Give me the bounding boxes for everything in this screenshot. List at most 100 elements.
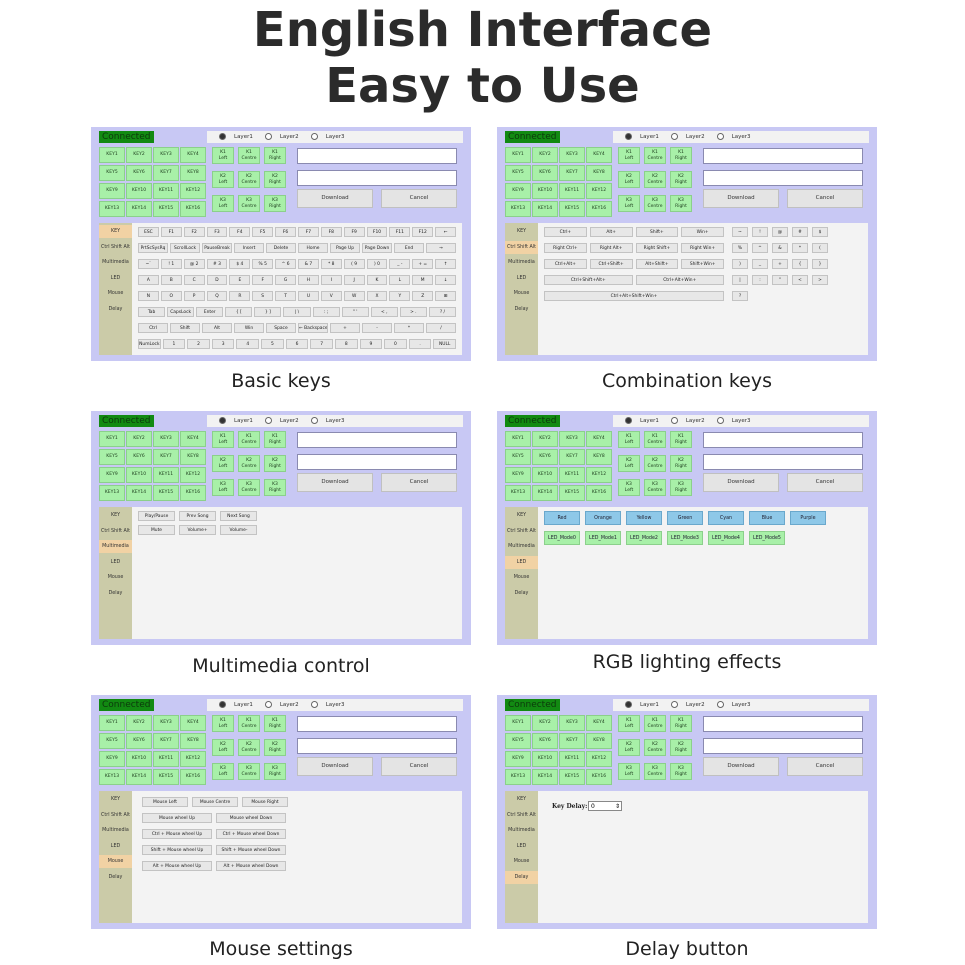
- basic-key[interactable]: .: [408, 339, 432, 349]
- key-button-key4[interactable]: KEY4: [586, 431, 612, 447]
- basic-key[interactable]: Ctrl: [138, 323, 168, 333]
- media-button[interactable]: Prev Song: [179, 511, 216, 521]
- key-button-key1[interactable]: KEY1: [505, 715, 531, 731]
- radio-icon[interactable]: [310, 701, 318, 708]
- knob-button[interactable]: K1 Right: [264, 715, 286, 732]
- basic-key[interactable]: W: [343, 291, 365, 301]
- key-button-key13[interactable]: KEY13: [99, 485, 125, 501]
- basic-key[interactable]: I: [320, 275, 342, 285]
- knob-button[interactable]: K2 Centre: [644, 739, 666, 756]
- radio-icon[interactable]: [310, 133, 318, 140]
- basic-key[interactable]: 7: [310, 339, 333, 349]
- sidebar-item-delay[interactable]: Delay: [505, 303, 538, 316]
- key-button-key16[interactable]: KEY16: [180, 201, 206, 217]
- layer-option-2[interactable]: Layer2: [259, 701, 299, 708]
- key-button-key4[interactable]: KEY4: [180, 715, 206, 731]
- key-button-key13[interactable]: KEY13: [99, 201, 125, 217]
- color-button-cyan[interactable]: Cyan: [708, 511, 744, 525]
- key-button-key8[interactable]: KEY8: [586, 165, 612, 181]
- combo-key[interactable]: Shift+Win+: [681, 259, 724, 269]
- sidebar-item-multimedia[interactable]: Multimedia: [505, 256, 538, 269]
- knob-button[interactable]: K1 Left: [212, 431, 234, 448]
- basic-key[interactable]: End: [394, 243, 424, 253]
- macro-input-1[interactable]: [297, 148, 457, 164]
- mouse-action-button[interactable]: Mouse Right: [242, 797, 288, 807]
- key-button-key11[interactable]: KEY11: [153, 467, 179, 483]
- radio-icon[interactable]: [625, 133, 632, 140]
- basic-key[interactable]: @ 2: [183, 259, 205, 269]
- color-button-yellow[interactable]: Yellow: [626, 511, 662, 525]
- macro-input-2[interactable]: [703, 454, 863, 470]
- key-button-key1[interactable]: KEY1: [505, 431, 531, 447]
- sidebar-item-multimedia[interactable]: Multimedia: [99, 540, 132, 553]
- key-button-key15[interactable]: KEY15: [559, 769, 585, 785]
- basic-key[interactable]: F11: [389, 227, 411, 237]
- knob-button[interactable]: K1 Centre: [238, 715, 260, 732]
- knob-button[interactable]: K2 Left: [212, 171, 234, 188]
- key-button-key13[interactable]: KEY13: [99, 769, 125, 785]
- basic-key[interactable]: PrtScSysRq: [138, 243, 168, 253]
- knob-button[interactable]: K1 Right: [264, 431, 286, 448]
- basic-key[interactable]: ! 1: [160, 259, 182, 269]
- basic-key[interactable]: Shift: [170, 323, 200, 333]
- knob-button[interactable]: K1 Centre: [644, 715, 666, 732]
- knob-button[interactable]: K2 Centre: [238, 739, 260, 756]
- basic-key[interactable]: F4: [229, 227, 251, 237]
- key-button-key13[interactable]: KEY13: [505, 769, 531, 785]
- symbol-key[interactable]: |: [732, 275, 748, 285]
- sidebar-item-ctrl-shift-alt[interactable]: Ctrl Shift Alt: [99, 525, 132, 538]
- led-mode-button[interactable]: LED_Mode0: [544, 531, 580, 545]
- knob-button[interactable]: K1 Left: [212, 715, 234, 732]
- combo-key[interactable]: Alt+Shift+: [635, 259, 679, 269]
- key-button-key16[interactable]: KEY16: [586, 201, 612, 217]
- mouse-action-button[interactable]: Shift + Mouse wheel Down: [216, 845, 286, 855]
- key-button-key10[interactable]: KEY10: [532, 751, 558, 767]
- knob-button[interactable]: K3 Right: [670, 763, 692, 780]
- basic-key[interactable]: T: [275, 291, 296, 301]
- basic-key[interactable]: F8: [320, 227, 342, 237]
- basic-key[interactable]: Q: [206, 291, 228, 301]
- key-button-key12[interactable]: KEY12: [586, 467, 612, 483]
- key-button-key6[interactable]: KEY6: [532, 733, 558, 749]
- sidebar-item-key[interactable]: KEY: [99, 225, 132, 238]
- key-button-key7[interactable]: KEY7: [153, 449, 179, 465]
- basic-key[interactable]: *: [394, 323, 424, 333]
- basic-key[interactable]: 2: [187, 339, 210, 349]
- sidebar-item-multimedia[interactable]: Multimedia: [99, 256, 132, 269]
- basic-key[interactable]: G: [275, 275, 296, 285]
- key-button-key5[interactable]: KEY5: [505, 449, 531, 465]
- color-button-blue[interactable]: Blue: [749, 511, 785, 525]
- mouse-action-button[interactable]: Mouse Centre: [192, 797, 238, 807]
- basic-key[interactable]: & 7: [298, 259, 319, 269]
- basic-key[interactable]: +: [330, 323, 360, 333]
- layer-option-2[interactable]: Layer2: [259, 133, 299, 140]
- combo-key[interactable]: Win+: [681, 227, 724, 237]
- layer-option-1[interactable]: Layer1: [213, 417, 253, 424]
- radio-icon[interactable]: [716, 701, 724, 708]
- basic-key[interactable]: F12: [412, 227, 434, 237]
- basic-key[interactable]: ( 9: [343, 259, 365, 269]
- macro-input-2[interactable]: [297, 738, 457, 754]
- basic-key[interactable]: R: [229, 291, 251, 301]
- key-button-key6[interactable]: KEY6: [126, 165, 152, 181]
- basic-key[interactable]: ← Backspace: [298, 323, 328, 333]
- macro-input-2[interactable]: [703, 738, 863, 754]
- sidebar-item-delay[interactable]: Delay: [99, 303, 132, 316]
- basic-key[interactable]: < ,: [370, 307, 398, 317]
- cancel-button[interactable]: Cancel: [381, 757, 457, 776]
- led-mode-button[interactable]: LED_Mode3: [667, 531, 703, 545]
- basic-key[interactable]: * 8: [320, 259, 342, 269]
- key-button-key10[interactable]: KEY10: [532, 467, 558, 483]
- knob-button[interactable]: K3 Left: [212, 763, 234, 780]
- knob-button[interactable]: K1 Centre: [644, 147, 666, 164]
- symbol-key[interactable]: !: [752, 227, 768, 237]
- key-button-key6[interactable]: KEY6: [532, 449, 558, 465]
- basic-key[interactable]: F: [252, 275, 274, 285]
- basic-key[interactable]: ↑: [435, 259, 456, 269]
- combo-key[interactable]: Right Win+: [681, 243, 724, 253]
- radio-icon[interactable]: [625, 417, 632, 424]
- sidebar-item-multimedia[interactable]: Multimedia: [505, 824, 538, 837]
- radio-icon[interactable]: [264, 133, 272, 140]
- radio-icon[interactable]: [219, 133, 226, 140]
- led-mode-button[interactable]: LED_Mode4: [708, 531, 744, 545]
